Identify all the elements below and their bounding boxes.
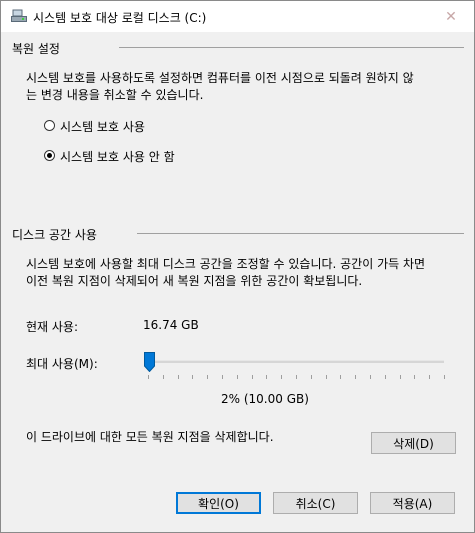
slider-tick [281, 375, 282, 379]
slider-tick [148, 375, 149, 379]
max-usage-label: 최대 사용(M): [26, 357, 98, 371]
delete-button[interactable]: 삭제(D) [371, 432, 456, 454]
window-title: 시스템 보호 대상 로컬 디스크 (C:) [33, 11, 207, 25]
dialog-window: 시스템 보호 대상 로컬 디스크 (C:) ✕ 복원 설정 시스템 보호를 사용… [0, 0, 475, 533]
drive-icon [11, 9, 27, 23]
current-usage-value: 16.74 GB [143, 318, 199, 332]
slider-tick [444, 375, 445, 379]
close-button[interactable]: ✕ [428, 1, 474, 32]
slider-tick [370, 375, 371, 379]
slider-tick [355, 375, 356, 379]
restore-description-line2: 는 변경 내용을 취소할 수 있습니다. [26, 88, 204, 102]
slider-tick [326, 375, 327, 379]
ok-button[interactable]: 확인(O) [176, 492, 261, 514]
apply-button[interactable]: 적용(A) [370, 492, 455, 514]
slider-tick [429, 375, 430, 379]
slider-tick [163, 375, 164, 379]
slider-tick [414, 375, 415, 379]
slider-tick [385, 375, 386, 379]
restore-settings-heading: 복원 설정 [12, 42, 60, 56]
slider-tick [340, 375, 341, 379]
max-usage-slider-thumb[interactable] [144, 352, 155, 375]
slider-tick [207, 375, 208, 379]
disk-usage-description-line2: 이전 복원 지점이 삭제되어 새 복원 지점을 위한 공간이 확보됩니다. [26, 274, 363, 288]
radio-enable-label[interactable]: 시스템 보호 사용 [60, 118, 145, 135]
radio-enable-protection[interactable] [44, 120, 55, 131]
slider-tick [311, 375, 312, 379]
title-bar: 시스템 보호 대상 로컬 디스크 (C:) ✕ [1, 1, 474, 32]
cancel-button[interactable]: 취소(C) [273, 492, 358, 514]
close-icon: ✕ [445, 8, 457, 25]
slider-tick [266, 375, 267, 379]
slider-tick [178, 375, 179, 379]
disk-usage-description-line1: 시스템 보호에 사용할 최대 디스크 공간을 조정할 수 있습니다. 공간이 가… [26, 257, 426, 271]
slider-tick [237, 375, 238, 379]
slider-tick [222, 375, 223, 379]
disk-usage-divider [137, 233, 464, 234]
restore-description-line1: 시스템 보호를 사용하도록 설정하면 컴퓨터를 이전 시점으로 되돌려 원하지 … [26, 71, 414, 85]
disk-usage-heading: 디스크 공간 사용 [12, 228, 97, 242]
slider-tick [400, 375, 401, 379]
radio-disable-protection[interactable] [44, 150, 55, 161]
radio-disable-label[interactable]: 시스템 보호 사용 안 함 [60, 148, 175, 165]
delete-description: 이 드라이브에 대한 모든 복원 지점을 삭제합니다. [26, 430, 274, 444]
max-usage-value: 2% (10.00 GB) [221, 392, 309, 406]
restore-settings-divider [119, 47, 464, 48]
current-usage-label: 현재 사용: [26, 320, 79, 334]
slider-tick [192, 375, 193, 379]
slider-tick [252, 375, 253, 379]
slider-tick [296, 375, 297, 379]
max-usage-slider-track[interactable] [146, 360, 444, 363]
